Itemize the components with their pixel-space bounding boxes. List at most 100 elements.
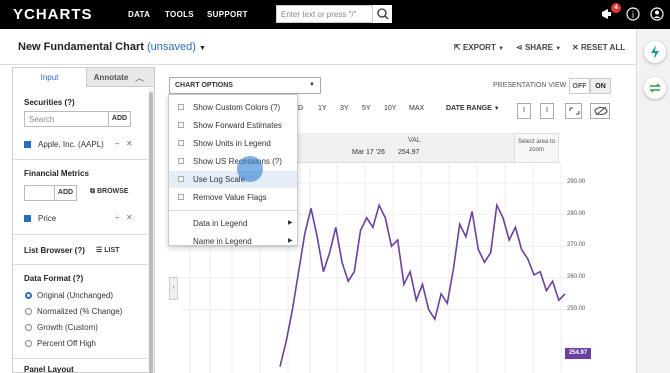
financial-metrics-title: Financial Metrics [24, 169, 89, 178]
menu-item-label: Remove Value Flags [193, 193, 267, 202]
divider [13, 358, 148, 359]
notification-badge: 4 [611, 3, 621, 13]
ycharts-logo[interactable]: YCHARTS [13, 6, 93, 23]
submenu-item-0[interactable]: Data in Legend ▶ [169, 215, 297, 232]
info-icon[interactable]: i [626, 7, 640, 21]
top-nav: YCHARTS DATA TOOLS SUPPORT Enter text or… [0, 0, 670, 29]
title-bar: New Fundamental Chart (unsaved) ▼ ⇱ EXPO… [0, 29, 670, 65]
y-tick-label: 290.00 [567, 179, 586, 185]
add-security-button[interactable]: ADD [108, 111, 131, 127]
menu-item-3[interactable]: Show US Recessions (?) [169, 153, 297, 170]
menu-item-4[interactable]: Use Log Scale [169, 171, 297, 188]
export-button[interactable]: ⇱ EXPORT ▼ [454, 43, 504, 52]
range-5y[interactable]: 5Y [362, 105, 371, 112]
list-button[interactable]: ☰ LIST [96, 246, 119, 254]
collapse-panel-icon[interactable]: › [169, 277, 178, 300]
reset-all-button[interactable]: ✕ RESET ALL [572, 43, 625, 52]
divider [13, 159, 148, 160]
add-metric-button[interactable]: ADD [54, 185, 77, 201]
chart-title: New Fundamental Chart [18, 41, 144, 53]
collapse-icon[interactable]: ︿ [135, 71, 144, 84]
radio-percent-off-high[interactable] [25, 340, 32, 347]
chart-options-menu: Show Custom Colors (?) Show Forward Estim… [168, 94, 298, 246]
date-range-button[interactable]: DATE RANGE ▼ [446, 105, 500, 112]
val-header: VAL [408, 137, 421, 144]
left-panel: Input Annotate ︿ Securities (?) Search A… [12, 67, 155, 373]
scrollbar-thumb[interactable] [149, 92, 153, 373]
legend-value: 254.97 [398, 149, 420, 156]
expand-icon[interactable] [565, 103, 582, 119]
browse-button[interactable]: ⧉ BROWSE [90, 188, 128, 196]
metric-checkbox[interactable] [24, 215, 31, 222]
close-icon[interactable]: ✕ [126, 213, 133, 222]
chart-options-button[interactable]: CHART OPTIONS ▼ [169, 77, 321, 94]
close-icon[interactable]: ✕ [126, 139, 133, 148]
presentation-on-button[interactable]: ON [590, 78, 611, 94]
menu-checkbox[interactable] [178, 104, 184, 110]
lightning-icon[interactable] [644, 41, 666, 63]
unsaved-status: (unsaved) [146, 41, 196, 53]
menu-item-2[interactable]: Show Units in Legend [169, 135, 297, 152]
click-indicator [237, 156, 263, 182]
nav-data[interactable]: DATA [128, 10, 150, 19]
range-1y[interactable]: 1Y [318, 105, 327, 112]
menu-checkbox[interactable] [178, 158, 184, 164]
menu-checkbox[interactable] [178, 194, 184, 200]
menu-item-0[interactable]: Show Custom Colors (?) [169, 99, 297, 116]
data-format-title: Data Format (?) [24, 274, 84, 283]
move-icon[interactable]: ÷ [115, 213, 119, 222]
list-browser-title: List Browser (?) [24, 246, 85, 255]
y-tick-label: 270.00 [567, 242, 586, 249]
presentation-view-label: PRESENTATION VIEW [493, 82, 567, 89]
menu-item-1[interactable]: Show Forward Estimates [169, 117, 297, 134]
radio-growth[interactable] [25, 324, 32, 331]
divider [13, 234, 148, 235]
menu-item-label: Use Log Scale [193, 175, 246, 184]
search-icon[interactable] [372, 5, 392, 23]
security-search-input[interactable]: Search [24, 111, 118, 127]
format-normalized: Normalized (% Change) [37, 307, 123, 316]
user-icon[interactable] [650, 7, 664, 21]
menu-item-5[interactable]: Remove Value Flags [169, 189, 297, 206]
format-growth: Growth (Custom) [37, 323, 98, 332]
range-max[interactable]: MAX [409, 105, 424, 112]
small-button-2[interactable]: I [540, 103, 554, 119]
hide-icon[interactable] [590, 103, 610, 119]
range-d[interactable]: D [298, 105, 303, 112]
submenu-label: Data in Legend [193, 219, 248, 228]
metric-search-input[interactable] [24, 185, 55, 201]
menu-checkbox[interactable] [178, 176, 184, 182]
nav-tools[interactable]: TOOLS [165, 10, 194, 19]
range-10y[interactable]: 10Y [384, 105, 396, 112]
nav-support[interactable]: SUPPORT [207, 10, 248, 19]
share-button[interactable]: ⋖ SHARE ▼ [516, 43, 561, 52]
menu-checkbox[interactable] [178, 140, 184, 146]
chevron-right-icon: ▶ [288, 238, 293, 244]
move-icon[interactable]: ÷ [115, 139, 119, 148]
range-3y[interactable]: 3Y [340, 105, 349, 112]
format-original: Original (Unchanged) [37, 291, 114, 300]
y-tick-label: 260.00 [567, 274, 586, 280]
divider [13, 264, 148, 265]
menu-checkbox[interactable] [178, 122, 184, 128]
menu-item-label: Show Units in Legend [193, 139, 271, 148]
share-icon: ⋖ [516, 43, 523, 52]
browse-icon: ⧉ [90, 188, 95, 195]
small-button-1[interactable]: I [517, 103, 531, 119]
radio-original[interactable] [25, 292, 32, 299]
radio-normalized[interactable] [25, 308, 32, 315]
legend-date: Mar 17 '26 [352, 149, 385, 156]
export-icon: ⇱ [454, 43, 461, 52]
tab-annotate[interactable]: Annotate [87, 68, 135, 87]
page-title[interactable]: New Fundamental Chart (unsaved) ▼ [18, 41, 206, 53]
list-icon: ☰ [96, 247, 103, 254]
swap-icon[interactable] [644, 77, 666, 99]
presentation-off-button[interactable]: OFF [569, 78, 590, 94]
tab-input[interactable]: Input [13, 68, 87, 87]
format-percent-off-high: Percent Off High [37, 339, 96, 348]
menu-item-label: Show Forward Estimates [193, 121, 282, 130]
price-line [279, 202, 566, 367]
submenu-item-1[interactable]: Name in Legend ▶ [169, 233, 297, 250]
security-checkbox[interactable] [24, 141, 31, 148]
chevron-down-icon: ▼ [309, 82, 315, 88]
